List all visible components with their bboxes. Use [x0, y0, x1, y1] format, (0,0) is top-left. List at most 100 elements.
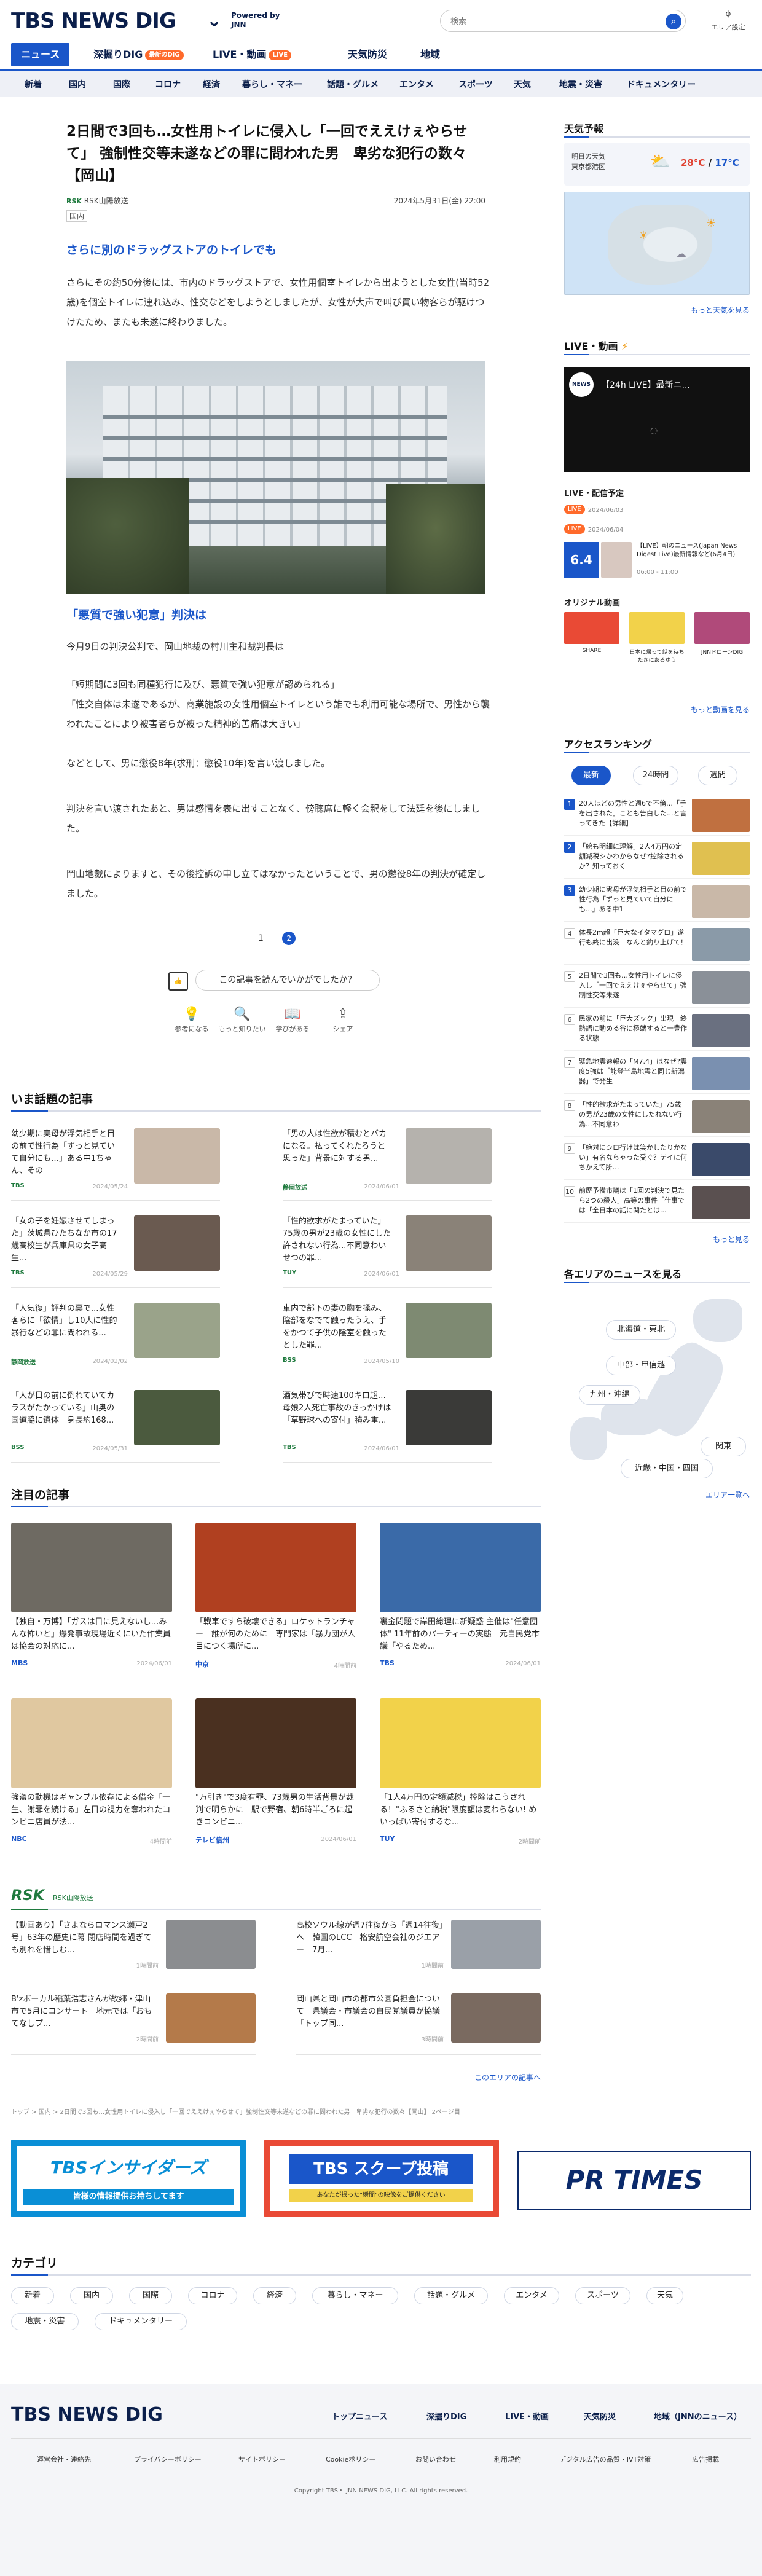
rsk-card[interactable]: 【動画あり】「さよならロマンス瀬戸2号」63年の歴史に幕 閉店時間を過ぎても別れ…	[11, 1920, 256, 1981]
footer-link[interactable]: プライバシーポリシー	[134, 2454, 202, 2464]
ranking-item[interactable]: 4 体長2m超「巨大なイタマグロ」遂行も終に出没 なんと釣り上げて！	[564, 928, 750, 965]
banner-scoop[interactable]: TBS スクープ投稿 あなたが撮った"瞬間"の映像をご提供ください	[264, 2140, 499, 2217]
original-thumb[interactable]	[564, 612, 619, 644]
featured-card[interactable]: 【独自・万博】「ガスは目に見えないし…みんな怖いと」爆発事故現場近くにいた作業員…	[11, 1523, 172, 1683]
ranking-item[interactable]: 9 「絶対にシロ行けは笑かしたりかない」有名ならゃった受ぐ？テイに何ちかえて所…	[564, 1143, 750, 1180]
ranking-item[interactable]: 5 2日間で3回も…女性用トイレに侵入し「一回でええけぇやらせて」強制性交等未遂	[564, 971, 750, 1008]
category-pill[interactable]: コロナ	[188, 2287, 237, 2304]
category-pill[interactable]: 天気	[646, 2287, 683, 2304]
area-more-link[interactable]: エリア一覧へ	[633, 1490, 750, 1500]
area-button[interactable]: 中部・甲信越	[606, 1356, 676, 1375]
subnav-item[interactable]: 国内	[69, 78, 86, 90]
ranking-item[interactable]: 7 緊急地震速報の「M7.4」はなぜ?震度5強は「能登半島地震と同じ新潟器」で発生	[564, 1057, 750, 1094]
area-button[interactable]: 九州・沖縄	[579, 1385, 640, 1405]
ranking-tab-24h[interactable]: 24時間	[633, 766, 678, 785]
weather-more-link[interactable]: もっと天気を見る	[633, 305, 750, 315]
trending-card[interactable]: 「人が目の前に倒れていてカラスがたかっている」山奥の国道脇に遺体 身長約168.…	[11, 1390, 220, 1463]
category-pill[interactable]: スポーツ	[575, 2287, 630, 2304]
live-video-player[interactable]: NEWS 【24h LIVE】最新ニ... ◌	[564, 367, 750, 472]
featured-card[interactable]: 強盗の動機はギャンブル依存による借金「一生、謝罪を続ける」左目の視力を奪われたコ…	[11, 1698, 172, 1858]
ranking-item[interactable]: 10 前歴予備市議は「1回の判決で見たら2つの殺人」高等の事件「仕事では「全日本の…	[564, 1186, 750, 1223]
footer-link[interactable]: Cookieポリシー	[326, 2454, 375, 2464]
nav-region[interactable]: 地域	[420, 43, 440, 66]
rsk-card[interactable]: B'zボーカル稲葉浩志さんが故郷・津山市で5月にコンサート 地元では「おもてなし…	[11, 1993, 256, 2055]
subnav-item[interactable]: 地震・災害	[559, 78, 602, 90]
trending-card[interactable]: 車内で部下の妻の胸を揉み、陰部をなでて触ったうえ、手をかつて子供の陰室を触ったと…	[283, 1303, 492, 1375]
rsk-card[interactable]: 高校ソウル線が週7往復から「週14往復」へ 韓国のLCC＝格安航空会社のジエアー…	[296, 1920, 541, 1981]
trending-card[interactable]: 「男の人は性欲が積むとバカになる。払ってくれたろうと思った」背景に対する男...…	[283, 1128, 492, 1201]
nav-dig[interactable]: 深掘りDIG 最新のDIG	[93, 43, 184, 66]
subnav-item[interactable]: 天気	[514, 78, 531, 90]
footer-link[interactable]: 運営会社・連絡先	[37, 2454, 91, 2464]
ranking-more-link[interactable]: もっと見る	[633, 1234, 750, 1244]
footer-link[interactable]: サイトポリシー	[238, 2454, 286, 2464]
category-pill[interactable]: 地震・災害	[11, 2313, 79, 2330]
footer-logo[interactable]: TBS NEWS DIG	[11, 2404, 163, 2425]
featured-card[interactable]: 「1人4万円の定額減税」控除はこうされる！"ふるさと納税"限度額は変わらない! …	[380, 1698, 541, 1858]
article-source[interactable]: RSK RSK山陽放送	[66, 195, 128, 206]
featured-card[interactable]: 裏金問題で岸田総理に新疑惑 主催は"任意団体" 11年前のパーティーの実態 元自…	[380, 1523, 541, 1683]
ranking-item[interactable]: 1 20人ほどの男性と週6で不倫…「手を出された」ことも告白した...と言ってきた…	[564, 799, 750, 836]
area-setting-button[interactable]: ⌖ エリア設定	[707, 7, 750, 32]
footer-link[interactable]: 広告掲載	[692, 2454, 719, 2464]
trending-card[interactable]: 「人気復」評判の裏で...女性客らに「欲情」し10人に性的暴行などの罪に問われる…	[11, 1303, 220, 1375]
search-input[interactable]	[450, 15, 647, 28]
footer-link[interactable]: 利用規約	[494, 2454, 521, 2464]
footer-nav-item[interactable]: トップニュース	[332, 2410, 387, 2422]
category-pill[interactable]: 経済	[253, 2287, 296, 2304]
trending-card[interactable]: 「性的欲求がたまっていた」75歳の男が23歳の女性にした許されない行為...不同…	[283, 1215, 492, 1288]
rsk-card[interactable]: 岡山県と岡山市の都市公園負担金について 県議会・市議会の自民党議員が協議「トップ…	[296, 1993, 541, 2055]
trending-card[interactable]: 酒気帯びで時速100キロ超…母娘2人死亡事故のきっかけは「草野球への寄付」積み重…	[283, 1390, 492, 1463]
subnav-item[interactable]: 話題・グルメ	[327, 78, 379, 90]
video-more-link[interactable]: もっと動画を見る	[633, 704, 750, 715]
footer-nav-item[interactable]: 天気防災	[584, 2410, 616, 2422]
ranking-tab-latest[interactable]: 最新	[572, 766, 611, 785]
subnav-item[interactable]: エンタメ	[399, 78, 434, 90]
page-link[interactable]: 1	[258, 933, 264, 943]
category-pill[interactable]: 国際	[129, 2287, 172, 2304]
original-thumb[interactable]	[629, 612, 685, 644]
subnav-item[interactable]: 経済	[203, 78, 220, 90]
subnav-item[interactable]: コロナ	[155, 78, 181, 90]
weather-widget[interactable]: 明日の天気 東京都港区 ⛅ 28°C / 17°C	[564, 143, 750, 186]
reaction-more[interactable]: 🔍 もっと知りたい	[218, 1005, 267, 1034]
ranking-item[interactable]: 6 民家の前に「巨大ズック」出現 終熱語に動める谷に極端すると一豊作る状態	[564, 1014, 750, 1051]
footer-nav-item[interactable]: 地域（JNNのニュース）	[654, 2410, 742, 2422]
featured-card[interactable]: 「戦車ですら破壊できる」ロケットランチャー 誰が何のために 専門家は「暴力団が人…	[195, 1523, 356, 1683]
featured-card[interactable]: "万引き"で3度有罪、73歳男の生活背景が裁判で明らかに 駅で野宿、朝6時半ごろ…	[195, 1698, 356, 1858]
live-schedule-row[interactable]: LIVE 2024/06/04	[564, 522, 623, 534]
live-schedule-item[interactable]: 6.4 【LIVE】朝のニュース(Japan News Digest Live)…	[564, 542, 750, 586]
category-pill[interactable]: エンタメ	[504, 2287, 559, 2304]
subnav-item[interactable]: 国際	[113, 78, 130, 90]
search-icon[interactable]: ⌕	[666, 14, 681, 29]
breadcrumb[interactable]: トップ > 国内 > 2日間で3回も…女性用トイレに侵入し「一回でええけぇやらせ…	[11, 2107, 724, 2116]
footer-nav-item[interactable]: LIVE・動画	[505, 2410, 549, 2422]
ranking-item[interactable]: 3 幼少期に実母が浮気相手と目の前で性行為「ずっと見ていて自分にも...」ある中1	[564, 885, 750, 922]
ranking-tab-weekly[interactable]: 週間	[698, 766, 737, 785]
banner-prtimes[interactable]: PR TIMES	[517, 2151, 751, 2210]
category-pill[interactable]: 国内	[70, 2287, 113, 2304]
trending-card[interactable]: 幼少期に実母が浮気相手と目の前で性行為「ずっと見ていて自分にも…」ある中1ちゃん…	[11, 1128, 220, 1201]
category-pill[interactable]: 新着	[11, 2287, 54, 2304]
footer-link[interactable]: デジタル広告の品質・IVT対策	[559, 2454, 651, 2464]
original-thumb[interactable]	[694, 612, 750, 644]
subnav-item[interactable]: 暮らし・マネー	[242, 78, 302, 90]
category-pill[interactable]: 話題・グルメ	[414, 2287, 488, 2304]
area-button[interactable]: 関東	[701, 1437, 746, 1456]
nav-weather[interactable]: 天気防災	[348, 43, 387, 66]
subnav-item[interactable]: スポーツ	[458, 78, 493, 90]
live-schedule-row[interactable]: LIVE 2024/06/03	[564, 503, 623, 514]
category-pill[interactable]: ドキュメンタリー	[95, 2313, 187, 2330]
area-button[interactable]: 近畿・中国・四国	[621, 1459, 713, 1478]
area-button[interactable]: 北海道・東北	[606, 1320, 676, 1340]
feedback-question[interactable]: この記事を読んでいかがでしたか？	[195, 970, 380, 991]
trending-card[interactable]: 「女の子を妊娠させてしまった」茨城県ひたちなか市の17歳高校生が兵庫県の女子高生…	[11, 1215, 220, 1288]
reaction-share[interactable]: ⇪ シェア	[318, 1005, 367, 1034]
ranking-item[interactable]: 2 「絵も明細に理解」2人4万円の定額減税シかわからなぜ?控除されるか？知っておく	[564, 842, 750, 879]
reaction-learn[interactable]: 📖 学びがある	[268, 1005, 317, 1034]
banner-insiders[interactable]: TBSインサイダーズ 皆様の情報提供お持ちしてます	[11, 2140, 246, 2217]
weather-map[interactable]: ☀ ☁ ☀	[564, 192, 750, 295]
ranking-item[interactable]: 8 「性的欲求がたまっていた」75歳の男が23歳の女性にしたれない行為...不同意…	[564, 1100, 750, 1137]
rsk-more-link[interactable]: このエリアの記事へ	[430, 2072, 541, 2083]
footer-nav-item[interactable]: 深掘りDIG	[426, 2410, 466, 2422]
